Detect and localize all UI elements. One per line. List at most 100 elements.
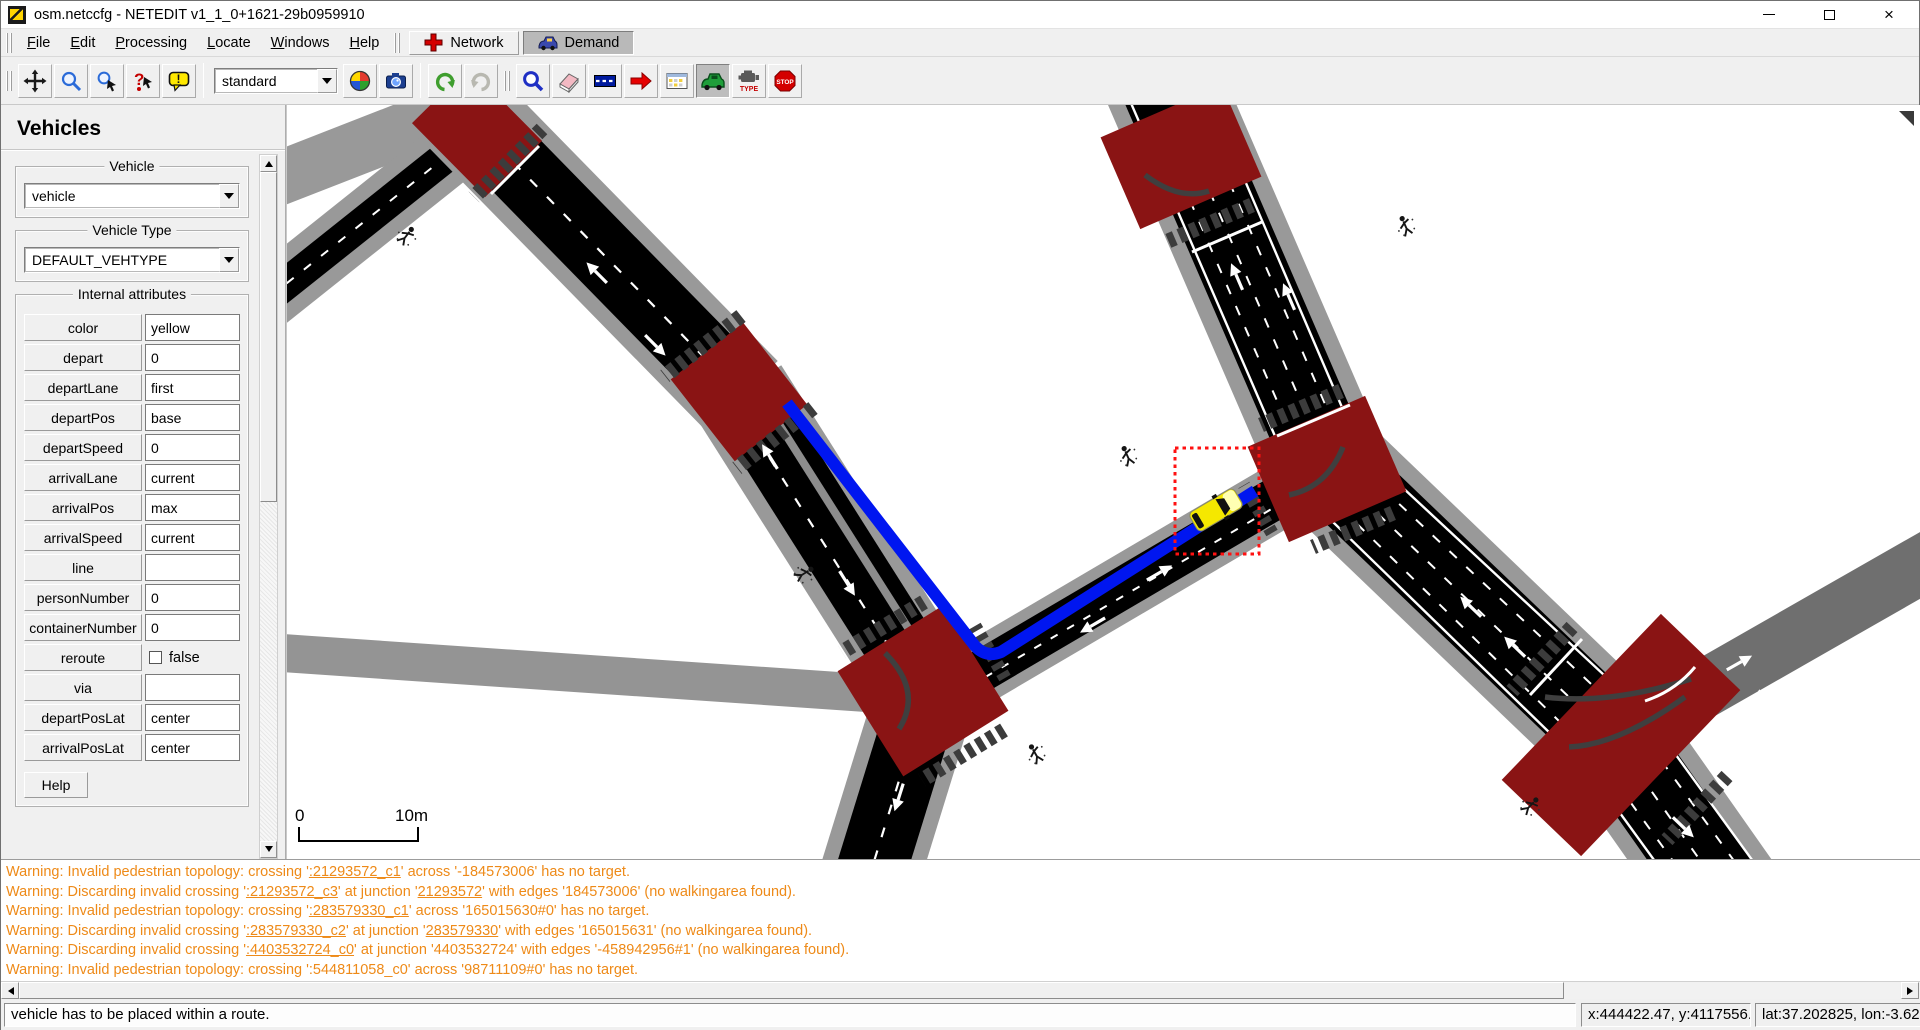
select-mode-button[interactable] [588,64,622,98]
warning-link[interactable]: :283579330_c2 [246,923,346,939]
coloring-scheme-combobox[interactable]: standard [214,68,338,94]
help-button[interactable]: Help [24,772,88,798]
attr-input-arrivalLane[interactable] [145,464,240,491]
scrollbar-thumb[interactable] [260,172,277,502]
warning-line-6: Warning: Invalid pedestrian topology: cr… [6,961,1920,981]
scrollbar-track[interactable] [260,502,277,841]
attr-input-arrivalPosLat[interactable] [145,734,240,761]
stop-mode-button[interactable]: STOP [768,64,802,98]
warning-link[interactable]: 283579330 [426,923,499,939]
attr-row-color: color [24,314,240,341]
chevron-down-icon[interactable] [219,184,239,208]
log-scrollbar[interactable] [1,981,1920,999]
attr-input-depart[interactable] [145,344,240,371]
attr-row-arrivalLane: arrivalLane [24,464,240,491]
snapshot-button[interactable] [379,64,413,98]
attr-checkbox-reroute[interactable]: false [145,644,240,671]
attr-input-departPosLat[interactable] [145,704,240,731]
warning-link[interactable]: 21293572 [418,884,483,900]
attr-button-arrivalSpeed[interactable]: arrivalSpeed [24,524,142,551]
vehicle-mode-button[interactable] [696,64,730,98]
menu-locate[interactable]: Locate [197,31,261,55]
menu-edit[interactable]: Edit [60,31,105,55]
minimize-button[interactable] [1739,1,1799,28]
close-button[interactable]: × [1859,1,1919,28]
attr-button-departSpeed[interactable]: departSpeed [24,434,142,461]
warning-link[interactable]: :4403532724_c0 [246,942,354,958]
tooltip-button[interactable]: ! [162,64,196,98]
log-scrollbar-thumb[interactable] [19,982,1564,999]
route-mode-button[interactable] [660,64,694,98]
attr-button-departPosLat[interactable]: departPosLat [24,704,142,731]
menu-windows[interactable]: Windows [261,31,340,55]
attr-button-arrivalPosLat[interactable]: arrivalPosLat [24,734,142,761]
warning-link[interactable]: :21293572_c1 [309,864,401,880]
context-help-button[interactable]: ? [126,64,160,98]
recenter-view-button[interactable] [18,64,52,98]
panel-scrollbar[interactable] [259,154,278,859]
zoom-cursor-button[interactable] [90,64,124,98]
chevron-down-icon[interactable] [317,69,337,93]
undo-button[interactable] [428,64,462,98]
attr-input-departLane[interactable] [145,374,240,401]
scroll-down-button[interactable] [260,841,277,858]
attr-button-color[interactable]: color [24,314,142,341]
warning-text: Warning: Discarding invalid crossing ' [6,923,246,939]
attr-input-via[interactable] [145,674,240,701]
demand-supermode-button[interactable]: Demand [523,31,635,55]
attr-button-departPos[interactable]: departPos [24,404,142,431]
attr-row-departSpeed: departSpeed [24,434,240,461]
redo-button[interactable] [464,64,498,98]
attr-button-personNumber[interactable]: personNumber [24,584,142,611]
maximize-button[interactable] [1799,1,1859,28]
attr-row-departPos: departPos [24,404,240,431]
attr-button-line[interactable]: line [24,554,142,581]
warning-text: ' with edges '184573006' (no walkingarea… [482,884,796,900]
network-supermode-button[interactable]: Network [409,31,518,55]
triangle-down-icon [265,846,273,856]
vehicle-type-mode-button[interactable]: TYPE [732,64,766,98]
attr-button-arrivalLane[interactable]: arrivalLane [24,464,142,491]
supermode-grip[interactable] [394,33,400,53]
scroll-right-button[interactable] [1901,982,1919,999]
attr-button-arrivalPos[interactable]: arrivalPos [24,494,142,521]
scroll-up-button[interactable] [260,155,277,172]
attr-button-via[interactable]: via [24,674,142,701]
app-icon [8,6,26,24]
vehicles-panel: Vehicles Vehicle vehicle Vehicle Type DE… [1,105,286,859]
vehicle-type-group-label: Vehicle Type [87,222,176,238]
modes-grip[interactable] [504,71,510,91]
attr-input-departSpeed[interactable] [145,434,240,461]
attr-row-line: line [24,554,240,581]
attr-input-line[interactable] [145,554,240,581]
attr-input-arrivalPos[interactable] [145,494,240,521]
menu-file[interactable]: File [17,31,60,55]
edit-coloring-schemes-button[interactable] [343,64,377,98]
warning-link[interactable]: :21293572_c3 [246,884,338,900]
vehicle-combobox[interactable]: vehicle [24,183,240,209]
scroll-left-button[interactable] [1,982,19,999]
attr-input-arrivalSpeed[interactable] [145,524,240,551]
color-wheel-icon [348,69,372,93]
move-mode-button[interactable] [624,64,658,98]
attr-button-departLane[interactable]: departLane [24,374,142,401]
attr-input-containerNumber[interactable] [145,614,240,641]
attr-input-color[interactable] [145,314,240,341]
toolbar-grip[interactable] [6,71,12,91]
menu-help[interactable]: Help [340,31,390,55]
inspect-mode-button[interactable] [516,64,550,98]
attr-button-reroute[interactable]: reroute [24,644,142,671]
attr-button-containerNumber[interactable]: containerNumber [24,614,142,641]
attr-input-personNumber[interactable] [145,584,240,611]
network-canvas[interactable]: 0 10m [286,105,1920,859]
menubar-grip[interactable] [6,33,12,53]
checkbox-icon[interactable] [149,651,162,664]
zoom-button[interactable] [54,64,88,98]
attr-input-departPos[interactable] [145,404,240,431]
warning-link[interactable]: :283579330_c1 [309,903,409,919]
delete-mode-button[interactable] [552,64,586,98]
chevron-down-icon[interactable] [219,248,239,272]
vehicle-type-combobox[interactable]: DEFAULT_VEHTYPE [24,247,240,273]
menu-processing[interactable]: Processing [105,31,197,55]
attr-button-depart[interactable]: depart [24,344,142,371]
